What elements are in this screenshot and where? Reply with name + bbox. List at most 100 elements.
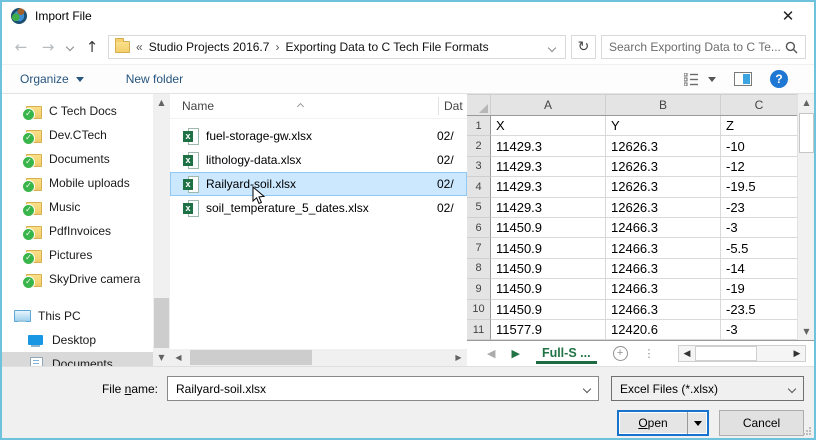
forward-button[interactable]: → [37, 35, 59, 59]
row-number[interactable]: 6 [467, 218, 491, 238]
file-row[interactable]: soil_temperature_5_dates.xlsx 02/ [170, 196, 467, 220]
scroll-right-icon[interactable]: ▶ [789, 349, 805, 359]
sidebar-item[interactable]: Desktop [2, 328, 153, 352]
row-number[interactable]: 2 [467, 136, 491, 156]
cell[interactable]: 12466.3 [606, 300, 721, 320]
sheet-tab[interactable]: Full-S ... [536, 344, 597, 364]
breadcrumb[interactable]: « Studio Projects 2016.7 › Exporting Dat… [108, 35, 566, 59]
cell[interactable]: X [491, 116, 606, 136]
file-row[interactable]: lithology-data.xlsx 02/ [170, 148, 467, 172]
open-dropdown-button[interactable] [687, 412, 707, 434]
recent-locations-button[interactable] [64, 44, 76, 50]
cell[interactable]: 11450.9 [491, 300, 606, 320]
refresh-button[interactable]: ↻ [571, 35, 596, 59]
cell[interactable]: -23.5 [721, 300, 797, 320]
sidebar-item[interactable]: This PC [2, 304, 153, 328]
cell[interactable]: -3 [721, 218, 797, 238]
new-folder-button[interactable]: New folder [126, 72, 183, 86]
file-row[interactable]: Railyard-soil.xlsx 02/ [170, 172, 467, 196]
organize-button[interactable]: Organize [20, 72, 84, 86]
cancel-button[interactable]: Cancel [719, 410, 804, 436]
cell[interactable]: -5.5 [721, 238, 797, 258]
scroll-down-icon[interactable]: ▼ [798, 323, 814, 340]
cell[interactable]: 12626.3 [606, 157, 721, 177]
row-number[interactable]: 10 [467, 300, 491, 320]
cell[interactable]: -23 [721, 198, 797, 218]
cell[interactable]: Z [721, 116, 797, 136]
column-header-c[interactable]: C [721, 95, 797, 115]
address-dropdown-button[interactable] [545, 40, 559, 54]
cell[interactable]: -14 [721, 259, 797, 279]
column-header-b[interactable]: B [606, 95, 721, 115]
row-number[interactable]: 11 [467, 320, 491, 340]
sidebar-scrollbar[interactable]: ▲ ▼ [153, 94, 170, 366]
row-number[interactable]: 3 [467, 157, 491, 177]
cell[interactable]: 12420.6 [606, 320, 721, 340]
sidebar-item[interactable]: Pictures [2, 243, 153, 267]
row-number[interactable]: 1 [467, 116, 491, 136]
scrollbar-thumb[interactable] [154, 298, 169, 348]
row-number[interactable]: 4 [467, 177, 491, 197]
open-button[interactable]: Open [617, 410, 709, 436]
cell[interactable]: 12626.3 [606, 198, 721, 218]
sidebar-item[interactable]: Mobile uploads [2, 171, 153, 195]
file-name-input[interactable]: Railyard-soil.xlsx [167, 376, 599, 401]
cell[interactable]: 12626.3 [606, 136, 721, 156]
cell[interactable]: 12626.3 [606, 177, 721, 197]
sidebar-item[interactable]: Documents [2, 352, 153, 366]
cell[interactable]: Y [606, 116, 721, 136]
scrollbar-thumb[interactable] [799, 113, 814, 153]
preview-vertical-scrollbar[interactable]: ▲ ▼ [797, 94, 814, 340]
cell[interactable]: 11450.9 [491, 259, 606, 279]
cell[interactable]: -19 [721, 279, 797, 299]
close-button[interactable]: ✕ [771, 2, 805, 30]
more-options-icon[interactable]: ⋮ [644, 347, 655, 360]
cell[interactable]: 11429.3 [491, 157, 606, 177]
cell[interactable]: 11577.9 [491, 320, 606, 340]
sidebar-item[interactable]: PdfInvoices [2, 219, 153, 243]
cell[interactable]: 11450.9 [491, 218, 606, 238]
scroll-left-icon[interactable]: ◀ [679, 349, 695, 359]
cell[interactable]: -19.5 [721, 177, 797, 197]
breadcrumb-item-parent[interactable]: Studio Projects 2016.7 [149, 40, 270, 54]
cell[interactable]: 12466.3 [606, 279, 721, 299]
sidebar-item[interactable]: Dev.CTech [2, 123, 153, 147]
cell[interactable]: -10 [721, 136, 797, 156]
add-sheet-icon[interactable]: + [613, 346, 628, 361]
cell[interactable]: 12466.3 [606, 259, 721, 279]
cell[interactable]: -3 [721, 320, 797, 340]
cell[interactable]: 11450.9 [491, 279, 606, 299]
help-button[interactable]: ? [770, 70, 788, 88]
scroll-down-icon[interactable]: ▼ [153, 349, 170, 366]
search-box[interactable]: Search Exporting Data to C Te... [601, 35, 806, 59]
breadcrumb-item-current[interactable]: Exporting Data to C Tech File Formats [285, 40, 488, 54]
select-all-corner[interactable] [467, 95, 491, 115]
cell[interactable]: 11429.3 [491, 198, 606, 218]
resize-grip[interactable] [802, 426, 811, 435]
row-number[interactable]: 8 [467, 259, 491, 279]
cell[interactable]: -12 [721, 157, 797, 177]
scrollbar-thumb[interactable] [190, 350, 312, 365]
scroll-up-icon[interactable]: ▲ [798, 94, 814, 111]
back-button[interactable]: ← [10, 35, 32, 59]
column-divider[interactable] [438, 97, 439, 115]
cell[interactable]: 12466.3 [606, 218, 721, 238]
next-sheet-icon[interactable]: ▶ [511, 347, 519, 360]
up-button[interactable]: ↑ [81, 35, 103, 59]
breadcrumb-overflow[interactable]: « [136, 40, 143, 54]
previous-sheet-icon[interactable]: ◀ [487, 347, 495, 360]
cell[interactable]: 11429.3 [491, 177, 606, 197]
cell[interactable]: 12466.3 [606, 238, 721, 258]
scroll-left-icon[interactable]: ◀ [170, 349, 187, 366]
sidebar-item[interactable]: SkyDrive camera [2, 267, 153, 291]
views-button[interactable] [684, 73, 716, 86]
preview-pane-icon[interactable] [734, 72, 752, 86]
file-list-horizontal-scrollbar[interactable]: ◀ ▶ [170, 349, 467, 366]
chevron-down-icon[interactable] [583, 384, 591, 392]
cell[interactable]: 11450.9 [491, 238, 606, 258]
column-header-a[interactable]: A [491, 95, 606, 115]
cell[interactable]: 11429.3 [491, 136, 606, 156]
scroll-right-icon[interactable]: ▶ [450, 349, 467, 366]
preview-horizontal-scrollbar[interactable]: ◀ ▶ [678, 345, 806, 362]
column-header-date[interactable]: Dat [439, 99, 463, 113]
